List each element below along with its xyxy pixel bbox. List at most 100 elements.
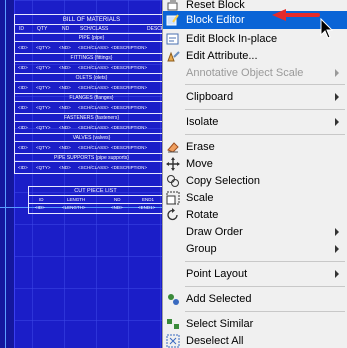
cell-descr: <DESCRIPTION>	[111, 125, 148, 130]
cell-qty: <QTY>	[36, 165, 51, 170]
cell-nd: <ND>	[59, 165, 71, 170]
cell-qty: <QTY>	[36, 105, 51, 110]
cut-cell-length: <LENGTH>	[62, 205, 86, 210]
menu-separator	[185, 261, 345, 262]
submenu-arrow-icon	[335, 245, 339, 253]
cut-col-length: LENGTH	[67, 197, 86, 202]
cut-col-end1: END1	[142, 197, 155, 202]
menu-item-label: Add Selected	[186, 293, 252, 305]
menu-item-scale[interactable]: Scale	[163, 189, 347, 207]
menu-item-deselect-all[interactable]: Deselect All	[163, 332, 347, 348]
menu-item-label: Group	[186, 243, 217, 255]
cut-header-row: ID LENGTH ND END1	[29, 196, 162, 204]
cell-id: <ID>	[18, 65, 28, 70]
bom-section: VALVES {valves}	[15, 134, 168, 142]
cut-cell-nd: <ND>	[111, 205, 123, 210]
menu-item-annotative-object-scale[interactable]: Annotative Object Scale	[163, 64, 347, 82]
cut-col-nd: ND	[114, 197, 121, 202]
bom-row: <ID> <QTY> <ND> <SCH/CLASS> <DESCRIPTION…	[15, 62, 168, 74]
submenu-arrow-icon	[335, 69, 339, 77]
menu-item-erase[interactable]: Erase	[163, 138, 347, 156]
cell-sch: <SCH/CLASS>	[78, 85, 109, 90]
cell-id: <ID>	[18, 165, 28, 170]
menu-item-label: Move	[186, 158, 213, 170]
bom-col-nd: ND	[62, 26, 70, 32]
bom-col-sch: SCH/CLASS	[80, 26, 109, 32]
menu-separator	[185, 109, 345, 110]
eraser-icon	[167, 142, 179, 153]
cell-sch: <SCH/CLASS>	[78, 105, 109, 110]
cell-sch: <SCH/CLASS>	[78, 45, 109, 50]
move-icon	[166, 157, 180, 171]
bom-section: FITTINGS {fittings}	[15, 54, 168, 62]
cut-title: CUT PIECE LIST	[29, 187, 162, 196]
copy-icon	[167, 175, 179, 187]
menu-item-label: Block Editor	[186, 14, 245, 26]
menu-item-select-similar[interactable]: Select Similar	[163, 315, 347, 333]
menu-item-label: Draw Order	[186, 226, 243, 238]
menu-separator	[185, 84, 345, 85]
rotate-icon	[167, 208, 178, 221]
cell-qty: <QTY>	[36, 125, 51, 130]
cell-nd: <ND>	[59, 45, 71, 50]
menu-item-label: Deselect All	[186, 335, 244, 347]
bom-col-id: ID	[19, 26, 24, 32]
bom-row: <ID> <QTY> <ND> <SCH/CLASS> <DESCRIPTION…	[15, 102, 168, 114]
cell-sch: <SCH/CLASS>	[78, 125, 109, 130]
menu-item-label: Edit Attribute...	[186, 50, 258, 62]
menu-item-isolate[interactable]: Isolate	[163, 113, 347, 131]
cell-sch: <SCH/CLASS>	[78, 165, 109, 170]
bom-row: <ID> <QTY> <ND> <SCH/CLASS> <DESCRIPTION…	[15, 142, 168, 154]
menu-item-label: Isolate	[186, 116, 219, 128]
block-editor-icon	[166, 14, 179, 26]
cell-nd: <ND>	[59, 105, 71, 110]
submenu-arrow-icon	[335, 118, 339, 126]
menu-item-group[interactable]: Group	[163, 240, 347, 258]
select-similar-icon	[167, 319, 179, 329]
mouse-cursor-icon	[320, 18, 334, 39]
cut-row: <ID> <LENGTH> <ND> <END1>	[29, 204, 162, 214]
cell-descr: <DESCRIPTION>	[111, 45, 148, 50]
bill-of-materials-table[interactable]: BILL OF MATERIALS ID QTY ND SCH/CLASS DE…	[14, 14, 169, 174]
menu-item-add-selected[interactable]: Add Selected	[163, 290, 347, 308]
menu-separator	[185, 134, 345, 135]
cell-id: <ID>	[18, 85, 28, 90]
submenu-arrow-icon	[335, 228, 339, 236]
edit-block-inplace-icon	[166, 33, 179, 45]
cell-nd: <ND>	[59, 145, 71, 150]
cut-col-id: ID	[39, 197, 44, 202]
cut-cell-id: <ID>	[35, 205, 45, 210]
menu-item-clipboard[interactable]: Clipboard	[163, 88, 347, 106]
annotation-arrow-icon	[272, 9, 320, 21]
bom-section: PIPE SUPPORTS {pipe supports}	[15, 154, 168, 162]
menu-item-copy-selection[interactable]: Copy Selection	[163, 172, 347, 190]
deselect-all-icon	[166, 334, 180, 348]
menu-item-label: Scale	[186, 192, 214, 204]
submenu-arrow-icon	[335, 93, 339, 101]
bom-row: <ID> <QTY> <ND> <SCH/CLASS> <DESCRIPTION…	[15, 162, 168, 174]
menu-separator	[185, 311, 345, 312]
context-menu: Reset Block Block Editor Edit Block In-p…	[162, 0, 347, 348]
menu-separator	[185, 286, 345, 287]
bom-col-qty: QTY	[37, 26, 48, 32]
cell-descr: <DESCRIPTION>	[111, 105, 148, 110]
cell-qty: <QTY>	[36, 45, 51, 50]
menu-item-rotate[interactable]: Rotate	[163, 206, 347, 224]
cell-id: <ID>	[18, 105, 28, 110]
edit-attribute-icon	[167, 51, 180, 62]
viewport-border-line	[5, 0, 6, 348]
bom-section: PIPE {pipe}	[15, 34, 168, 42]
menu-item-draw-order[interactable]: Draw Order	[163, 223, 347, 241]
cell-id: <ID>	[18, 45, 28, 50]
menu-item-move[interactable]: Move	[163, 155, 347, 173]
viewport-left-edge	[0, 0, 15, 348]
cell-descr: <DESCRIPTION>	[111, 85, 148, 90]
cell-qty: <QTY>	[36, 145, 51, 150]
bom-section: FLANGES {flanges}	[15, 94, 168, 102]
cut-piece-list-table[interactable]: CUT PIECE LIST ID LENGTH ND END1 <ID> <L…	[28, 186, 163, 214]
cell-qty: <QTY>	[36, 85, 51, 90]
cut-cell-end1: <END1>	[138, 205, 156, 210]
menu-item-point-layout[interactable]: Point Layout	[163, 265, 347, 283]
menu-item-edit-attribute[interactable]: Edit Attribute...	[163, 47, 347, 65]
menu-item-label: Erase	[186, 141, 215, 153]
